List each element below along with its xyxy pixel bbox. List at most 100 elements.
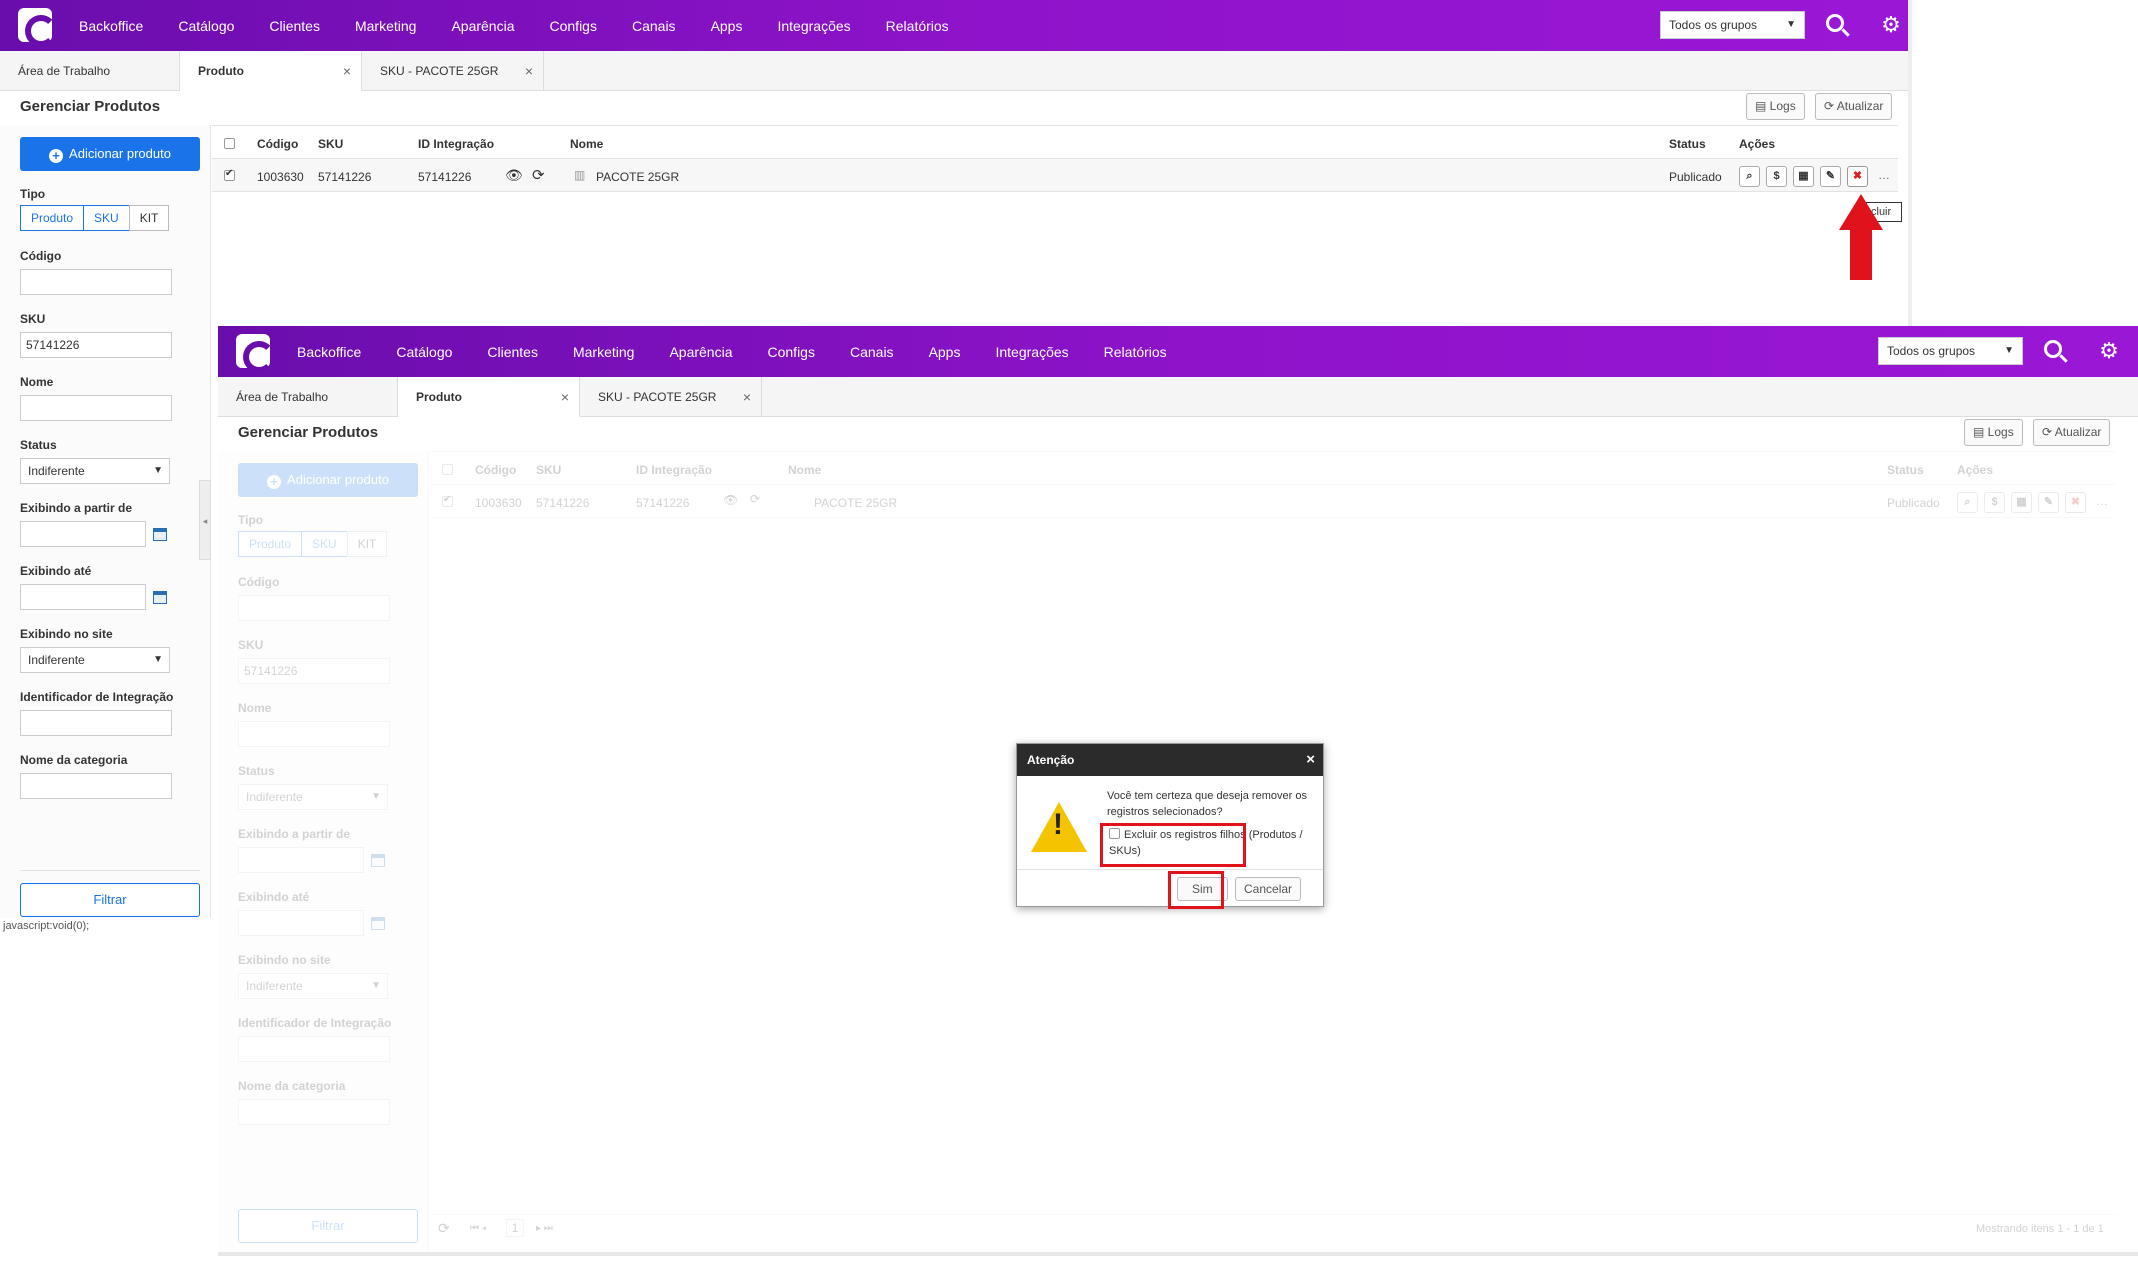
until-date-field[interactable] bbox=[20, 584, 146, 610]
nav-backoffice[interactable]: Backoffice bbox=[79, 18, 143, 34]
col-header-code[interactable]: Código bbox=[257, 137, 298, 151]
nav-clientes[interactable]: Clientes bbox=[487, 344, 538, 360]
main-nav: Backoffice Catálogo Clientes Marketing A… bbox=[79, 0, 984, 51]
more-icon[interactable]: … bbox=[1878, 168, 1890, 182]
calendar-icon[interactable] bbox=[153, 591, 167, 604]
caret-down-icon: ▼ bbox=[153, 465, 163, 476]
nav-apps[interactable]: Apps bbox=[929, 344, 961, 360]
tab-workspace[interactable]: Área de Trabalho bbox=[218, 377, 398, 417]
row-checkbox[interactable] bbox=[224, 168, 235, 181]
type-produto[interactable]: Produto bbox=[20, 205, 85, 231]
close-icon[interactable]: × bbox=[561, 377, 569, 417]
nav-configs[interactable]: Configs bbox=[550, 18, 597, 34]
tab-workspace[interactable]: Área de Trabalho bbox=[0, 51, 180, 91]
chart-icon[interactable]: ▦ bbox=[1793, 166, 1814, 187]
tab-sku[interactable]: SKU - PACOTE 25GR × bbox=[580, 377, 762, 417]
pager-info: Mostrando itens 1 - 1 de 1 bbox=[1976, 1223, 2104, 1235]
gear-icon[interactable]: ⚙ bbox=[1878, 12, 1904, 38]
col-header-actions: Ações bbox=[1957, 463, 1994, 477]
tab-label: Área de Trabalho bbox=[18, 64, 111, 78]
type-sku[interactable]: SKU bbox=[83, 205, 130, 231]
name-field[interactable] bbox=[20, 395, 172, 421]
search-icon[interactable] bbox=[2042, 338, 2068, 364]
search-icon[interactable] bbox=[1824, 12, 1850, 38]
type-kit[interactable]: KIT bbox=[128, 205, 170, 231]
tab-bar: Área de Trabalho Produto × SKU - PACOTE 2… bbox=[0, 51, 1912, 91]
calendar-icon[interactable] bbox=[153, 528, 167, 541]
price-icon[interactable]: $ bbox=[1766, 166, 1787, 187]
col-header-sku[interactable]: SKU bbox=[318, 137, 343, 151]
edit-icon[interactable]: ✎ bbox=[1820, 166, 1841, 187]
group-select-value: Todos os grupos bbox=[1669, 18, 1758, 32]
nav-canais[interactable]: Canais bbox=[850, 344, 894, 360]
nav-catalogo[interactable]: Catálogo bbox=[396, 344, 452, 360]
cell-code: 1003630 bbox=[257, 170, 304, 184]
tab-sku[interactable]: SKU - PACOTE 25GR × bbox=[362, 51, 544, 91]
close-icon[interactable]: × bbox=[525, 51, 533, 91]
nav-canais[interactable]: Canais bbox=[632, 18, 676, 34]
sync-icon: ⟳ bbox=[750, 492, 761, 506]
close-icon[interactable]: × bbox=[343, 51, 351, 91]
logs-button[interactable]: ▤ Logs bbox=[1964, 419, 2023, 446]
gear-icon[interactable]: ⚙ bbox=[2096, 338, 2122, 364]
integration-field[interactable] bbox=[20, 710, 172, 736]
group-select[interactable]: Todos os grupos ▼ bbox=[1660, 11, 1805, 39]
dialog-message: Você tem certeza que deseja remover os r… bbox=[1107, 790, 1307, 818]
sku-field[interactable]: 57141226 bbox=[20, 332, 172, 358]
dialog-footer-border bbox=[1017, 869, 1323, 870]
from-date-field[interactable] bbox=[20, 521, 146, 547]
app-logo-icon[interactable] bbox=[18, 8, 57, 47]
scroll-edge bbox=[1908, 0, 1912, 326]
col-header-status[interactable]: Status bbox=[1669, 137, 1706, 151]
nav-integracoes[interactable]: Integrações bbox=[777, 18, 850, 34]
site-label: Exibindo no site bbox=[238, 953, 331, 967]
nav-aparencia[interactable]: Aparência bbox=[669, 344, 732, 360]
category-field[interactable] bbox=[20, 773, 172, 799]
col-header-integration[interactable]: ID Integração bbox=[418, 137, 494, 151]
nav-aparencia[interactable]: Aparência bbox=[451, 18, 514, 34]
pager-page: 1 bbox=[506, 1219, 524, 1237]
top-navbar: Backoffice Catálogo Clientes Marketing A… bbox=[218, 326, 2138, 377]
refresh-button[interactable]: ⟳ Atualizar bbox=[2033, 419, 2111, 446]
filter-button[interactable]: Filtrar bbox=[20, 883, 200, 917]
app-logo-icon[interactable] bbox=[236, 334, 275, 373]
site-select[interactable]: Indiferente ▼ bbox=[20, 647, 170, 673]
cancel-button[interactable]: Cancelar bbox=[1235, 877, 1302, 901]
view-icon[interactable]: ⌕ bbox=[1739, 166, 1760, 187]
nav-relatorios[interactable]: Relatórios bbox=[1104, 344, 1167, 360]
nav-configs[interactable]: Configs bbox=[768, 344, 815, 360]
nav-marketing[interactable]: Marketing bbox=[355, 18, 416, 34]
category-label: Nome da categoria bbox=[20, 753, 128, 767]
type-sku: SKU bbox=[301, 531, 348, 557]
barcode-icon: ▥ bbox=[574, 168, 586, 182]
nav-apps[interactable]: Apps bbox=[711, 18, 743, 34]
tab-product[interactable]: Produto × bbox=[398, 377, 580, 417]
status-select[interactable]: Indiferente ▼ bbox=[20, 458, 170, 484]
plus-icon: + bbox=[49, 149, 64, 163]
close-icon[interactable]: × bbox=[1306, 744, 1315, 776]
nav-integracoes[interactable]: Integrações bbox=[995, 344, 1068, 360]
grid-top-border bbox=[430, 451, 2116, 452]
nav-backoffice[interactable]: Backoffice bbox=[297, 344, 361, 360]
sidebar-collapse-handle[interactable]: ◂ bbox=[199, 480, 211, 560]
logs-button[interactable]: ▤ Logs bbox=[1746, 93, 1805, 120]
delete-button: ✖ bbox=[2065, 492, 2086, 513]
refresh-button[interactable]: ⟳ Atualizar bbox=[1815, 93, 1893, 120]
col-header-name[interactable]: Nome bbox=[570, 137, 603, 151]
col-header-name: Nome bbox=[788, 463, 822, 477]
eye-icon[interactable]: 👁 bbox=[505, 167, 523, 184]
delete-button[interactable]: ✖ bbox=[1847, 166, 1868, 187]
nav-marketing[interactable]: Marketing bbox=[573, 344, 634, 360]
group-select[interactable]: Todos os grupos ▼ bbox=[1878, 337, 2023, 365]
add-product-button[interactable]: + Adicionar produto bbox=[20, 137, 200, 171]
code-field[interactable] bbox=[20, 269, 172, 295]
nav-catalogo[interactable]: Catálogo bbox=[178, 18, 234, 34]
close-icon[interactable]: × bbox=[743, 377, 751, 417]
select-all-checkbox[interactable] bbox=[224, 138, 235, 149]
sync-icon[interactable]: ⟳ bbox=[532, 166, 545, 184]
calendar-icon bbox=[371, 917, 385, 930]
nav-relatorios[interactable]: Relatórios bbox=[886, 18, 949, 34]
integration-label: Identificador de Integração bbox=[20, 690, 174, 704]
nav-clientes[interactable]: Clientes bbox=[269, 18, 320, 34]
tab-product[interactable]: Produto × bbox=[180, 51, 362, 91]
